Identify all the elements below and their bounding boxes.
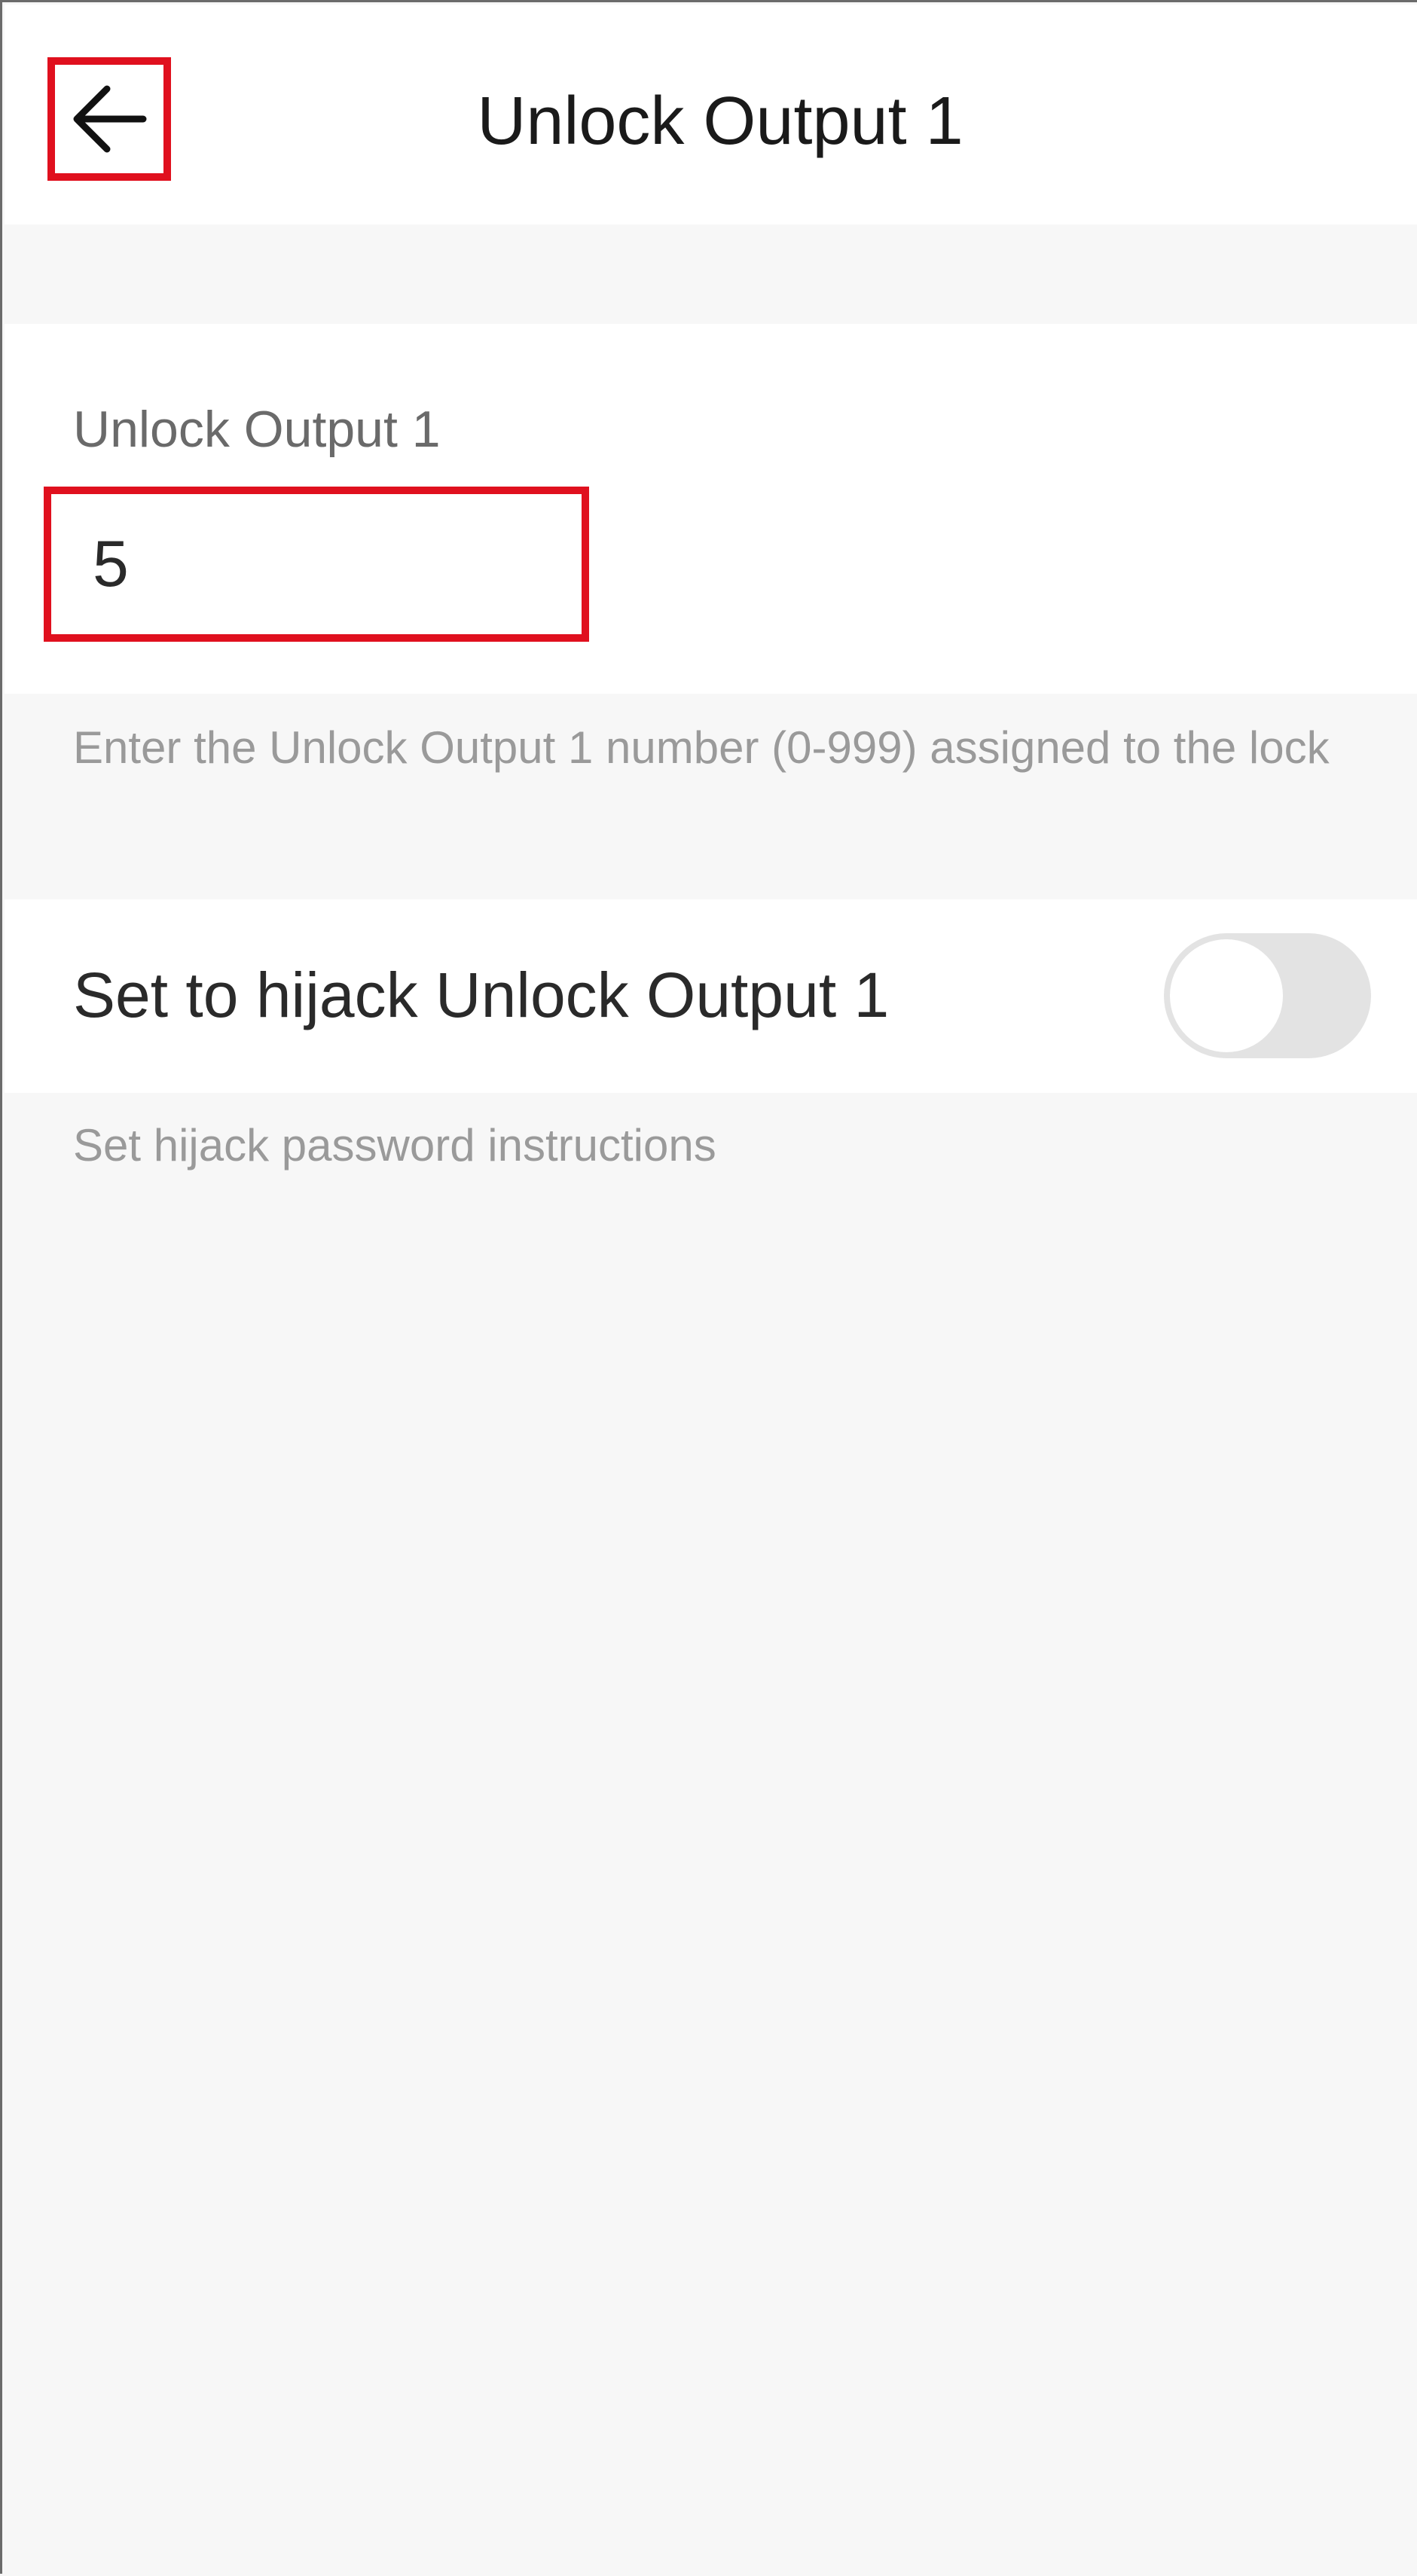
unlock-output-label: Unlock Output 1 bbox=[73, 401, 441, 458]
hijack-toggle-label: Set to hijack Unlock Output 1 bbox=[73, 960, 890, 1030]
unlock-output-section: Unlock Output 1 bbox=[5, 324, 1417, 694]
app-header: Unlock Output 1 bbox=[5, 5, 1417, 224]
hijack-toggle-row: Set to hijack Unlock Output 1 bbox=[5, 899, 1417, 1093]
app-frame: Unlock Output 1 Unlock Output 1 Enter th… bbox=[0, 0, 1417, 2576]
content-background: Set hijack password instructions bbox=[5, 1093, 1417, 2576]
unlock-output-hint: Enter the Unlock Output 1 number (0-999)… bbox=[73, 722, 1330, 773]
section-spacer bbox=[5, 224, 1417, 324]
unlock-output-hint-area: Enter the Unlock Output 1 number (0-999)… bbox=[5, 694, 1417, 899]
back-button[interactable] bbox=[47, 57, 171, 181]
arrow-left-icon bbox=[73, 85, 147, 153]
unlock-output-input-box[interactable] bbox=[44, 487, 589, 642]
toggle-knob bbox=[1170, 939, 1283, 1052]
unlock-output-input[interactable] bbox=[93, 515, 530, 613]
hijack-toggle-switch[interactable] bbox=[1164, 933, 1371, 1058]
page-title: Unlock Output 1 bbox=[477, 84, 963, 159]
hijack-instructions: Set hijack password instructions bbox=[73, 1120, 716, 1170]
